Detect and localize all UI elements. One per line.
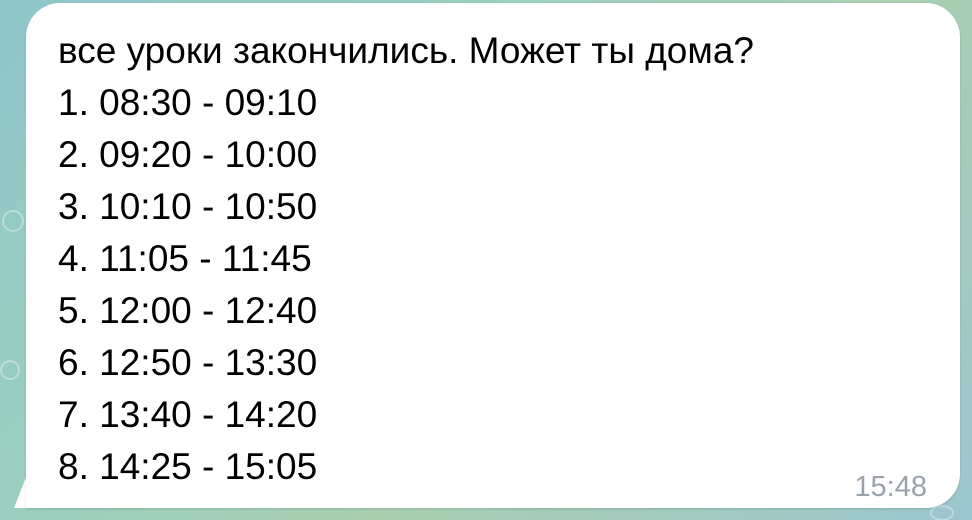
background-doodle — [2, 210, 24, 232]
schedule-line-7: 7. 13:40 - 14:20 — [58, 394, 318, 435]
schedule-line-6: 6. 12:50 - 13:30 — [58, 342, 318, 383]
schedule-line-1: 1. 08:30 - 09:10 — [58, 82, 318, 123]
message-timestamp: 15:48 — [854, 471, 927, 503]
schedule-line-3: 3. 10:10 - 10:50 — [58, 186, 318, 227]
background-doodle — [930, 505, 954, 520]
schedule-line-2: 2. 09:20 - 10:00 — [58, 134, 318, 175]
message-first-line: все уроки закончились. Может ты дома? — [58, 30, 754, 71]
background-doodle — [0, 360, 20, 380]
schedule-line-8: 8. 14:25 - 15:05 — [58, 446, 318, 487]
message-text: все уроки закончились. Может ты дома? 1.… — [58, 25, 912, 493]
schedule-line-4: 4. 11:05 - 11:45 — [58, 238, 312, 279]
schedule-line-5: 5. 12:00 - 12:40 — [58, 290, 318, 331]
